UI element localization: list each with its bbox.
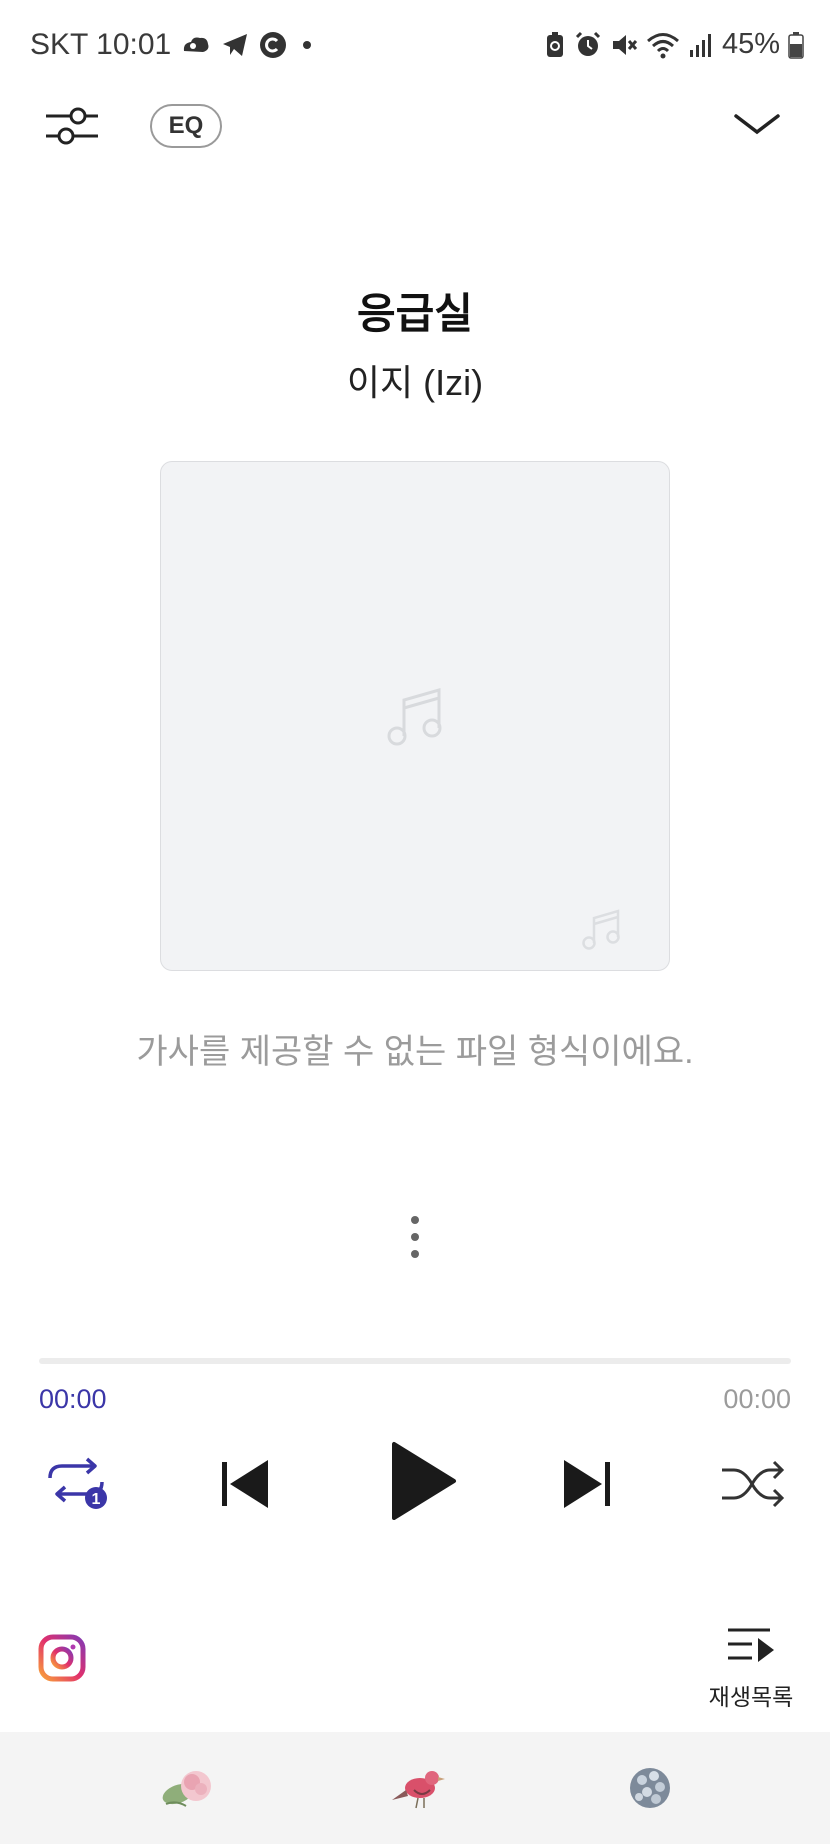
status-right: 45% (544, 28, 804, 61)
nav-item-bird[interactable] (386, 1760, 456, 1816)
c-icon (260, 32, 287, 58)
repeat-badge: 1 (92, 1491, 101, 1508)
signal-icon (689, 33, 711, 57)
collapse-button[interactable] (732, 110, 782, 140)
mute-icon (612, 34, 638, 55)
status-bar: SKT 10:01 45% (0, 0, 830, 94)
settings-button[interactable] (44, 102, 100, 150)
more-options-button[interactable] (402, 1212, 428, 1262)
flower-icon (162, 1771, 211, 1807)
previous-button[interactable] (218, 1456, 272, 1512)
repeat-button[interactable]: 1 (44, 1456, 110, 1512)
shuffle-icon (722, 1460, 785, 1508)
total-time: 00:00 (723, 1384, 791, 1414)
next-icon (564, 1460, 610, 1508)
lyrics-message: 가사를 제공할 수 없는 파일 형식이에요. (136, 1033, 694, 1071)
bird-icon (392, 1771, 445, 1809)
play-button[interactable] (388, 1440, 458, 1522)
cloud-hand-icon (184, 37, 209, 52)
music-note-small-icon (582, 909, 620, 950)
album-art (160, 461, 670, 971)
play-icon (392, 1442, 456, 1520)
previous-icon (222, 1460, 268, 1508)
playlist-label: 재생목록 (708, 1684, 794, 1710)
instagram-icon (38, 1634, 86, 1682)
next-button[interactable] (560, 1456, 614, 1512)
repeat-one-icon: 1 (48, 1457, 107, 1509)
hydrangea-icon (630, 1768, 670, 1808)
instagram-button[interactable] (38, 1634, 86, 1682)
carrier-time: SKT 10:01 (30, 28, 172, 61)
alarm-icon (575, 31, 601, 56)
bottom-nav (0, 1732, 830, 1844)
wifi-icon (646, 32, 679, 58)
playlist-icon (728, 1628, 774, 1662)
progress-bar[interactable] (39, 1358, 791, 1364)
status-left: SKT 10:01 (30, 28, 317, 62)
music-note-icon (387, 688, 442, 746)
telegram-icon (223, 34, 248, 56)
dot-icon (303, 41, 312, 49)
sliders-icon (46, 107, 98, 145)
nav-item-hydrangea[interactable] (620, 1760, 690, 1816)
battery-icon (788, 31, 804, 59)
song-artist[interactable]: 이지 (Izi) (0, 354, 830, 406)
song-title: 응급실 (357, 290, 473, 337)
more-vertical-icon (411, 1216, 419, 1258)
battery-percent: 45% (721, 28, 780, 60)
chevron-down-icon (734, 114, 780, 135)
nav-item-flower[interactable] (156, 1760, 226, 1816)
playlist-button[interactable]: 재생목록 (706, 1622, 796, 1712)
battery-saver-icon (546, 31, 563, 57)
shuffle-button[interactable] (720, 1458, 786, 1510)
current-time: 00:00 (39, 1384, 107, 1414)
eq-button[interactable]: EQ (150, 104, 222, 148)
